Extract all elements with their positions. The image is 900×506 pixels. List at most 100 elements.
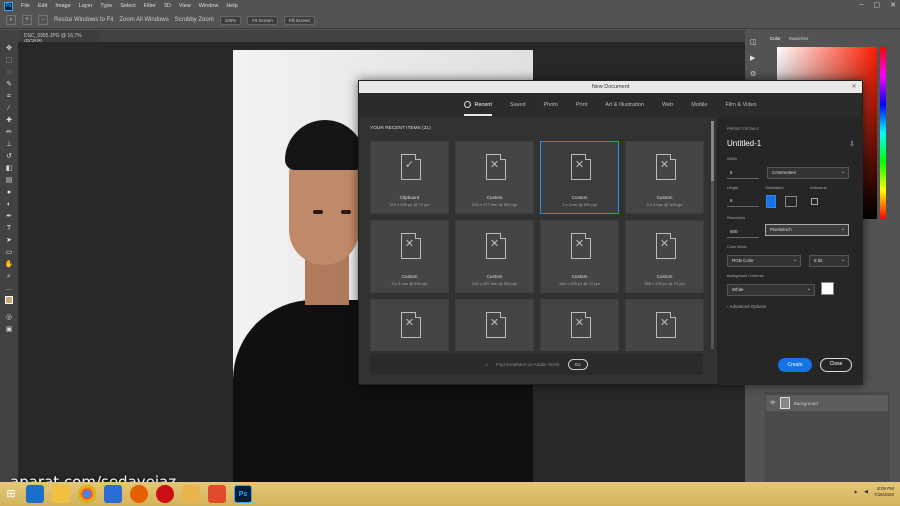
quick-select-tool-icon[interactable]: ✎ xyxy=(4,80,15,89)
tab-photo[interactable]: Photo xyxy=(544,96,558,114)
marquee-tool-icon[interactable]: ⬚ xyxy=(4,56,15,65)
resolution-unit-select[interactable]: Pixels/Inch xyxy=(765,224,849,236)
tab-web[interactable]: Web xyxy=(662,96,673,114)
recent-item-card[interactable]: ✕ Custom 300 x 200 px @ 72 ppi xyxy=(625,220,704,293)
type-tool-icon[interactable]: T xyxy=(4,224,15,233)
explorer-icon[interactable] xyxy=(52,485,70,503)
tab-recent[interactable]: Recent xyxy=(464,95,492,116)
zoom-tool-icon[interactable]: ⌕ xyxy=(4,272,15,281)
corel-icon[interactable] xyxy=(208,485,226,503)
fill-screen-button[interactable]: Fill Screen xyxy=(283,15,316,25)
height-input[interactable]: 6 xyxy=(727,195,759,207)
minimize-icon[interactable]: – xyxy=(860,1,864,9)
quick-mask-icon[interactable]: ◎ xyxy=(4,313,15,322)
network-icon[interactable]: ▲ xyxy=(853,489,858,495)
zoom-all-checkbox[interactable]: Zoom All Windows xyxy=(119,17,168,23)
menu-image[interactable]: Image xyxy=(55,3,70,9)
windows-start-icon[interactable]: ⊞ xyxy=(4,487,18,501)
hue-slider[interactable] xyxy=(880,47,886,219)
recent-item-card[interactable]: ✓ Clipboard 370 x 625 px @ 72 ppi xyxy=(370,141,449,214)
tab-film-video[interactable]: Film & Video xyxy=(725,96,756,114)
document-name-field[interactable]: Untitled-1 xyxy=(727,139,761,148)
resolution-input[interactable]: 600 xyxy=(727,226,759,238)
layer-row[interactable]: 👁 Background xyxy=(766,395,888,411)
pen-tool-icon[interactable]: ✒ xyxy=(4,212,15,221)
recent-item-card[interactable]: ✕ Custom 600 x 200 px @ 72 ppi xyxy=(540,220,619,293)
grid-scrollbar[interactable] xyxy=(711,121,714,349)
recent-item-card[interactable]: ✕ xyxy=(540,299,619,351)
properties-icon[interactable]: ⚙ xyxy=(750,70,764,78)
recent-item-card[interactable]: ✕ xyxy=(370,299,449,351)
color-mode-select[interactable]: RGB Color xyxy=(727,255,801,267)
menu-filter[interactable]: Filter xyxy=(144,3,156,9)
color-swatches-icon[interactable] xyxy=(4,296,15,310)
resize-windows-checkbox[interactable]: Resize Windows to Fit xyxy=(54,17,113,23)
firefox-icon[interactable] xyxy=(130,485,148,503)
close-button[interactable]: Close xyxy=(820,358,852,372)
ie-icon[interactable] xyxy=(26,485,44,503)
tab-saved[interactable]: Saved xyxy=(510,96,526,114)
opera-icon[interactable] xyxy=(156,485,174,503)
fit-screen-button[interactable]: Fit Screen xyxy=(247,15,278,25)
lasso-tool-icon[interactable]: ◌ xyxy=(4,68,15,77)
stamp-tool-icon[interactable]: ⊥ xyxy=(4,140,15,149)
menu-window[interactable]: Window xyxy=(199,3,219,9)
background-color-swatch[interactable] xyxy=(821,282,834,295)
zoom-100-button[interactable]: 100% xyxy=(219,15,242,25)
document-tab[interactable]: DSC_0955.JPG @ 16.7% (RGB/8) xyxy=(20,30,100,45)
crop-tool-icon[interactable]: ⌗ xyxy=(4,92,15,101)
eye-icon[interactable]: 👁 xyxy=(770,400,776,406)
zoom-in-icon[interactable]: + xyxy=(22,15,32,25)
bit-depth-select[interactable]: 8 bit xyxy=(809,255,849,267)
recent-item-card[interactable]: ✕ Custom 210 x 277 mm @ 600 ppi xyxy=(455,141,534,214)
recent-item-card[interactable]: ✕ Custom 3 x 4 cm @ 600 ppi xyxy=(540,141,619,214)
tab-mobile[interactable]: Mobile xyxy=(691,96,707,114)
menu-type[interactable]: Type xyxy=(100,3,112,9)
path-select-icon[interactable]: ➤ xyxy=(4,236,15,245)
hand-tool-icon[interactable]: ✋ xyxy=(4,260,15,269)
menu-edit[interactable]: Edit xyxy=(38,3,47,9)
recent-item-card[interactable]: ✕ xyxy=(455,299,534,351)
zoom-tool-icon[interactable]: ⌕ xyxy=(6,15,16,25)
save-preset-icon[interactable]: ⇩ xyxy=(849,140,855,148)
artboards-checkbox[interactable] xyxy=(811,198,818,205)
create-button[interactable]: Create xyxy=(778,358,812,372)
go-button[interactable]: Go xyxy=(567,358,588,370)
tab-print[interactable]: Print xyxy=(576,96,587,114)
healing-tool-icon[interactable]: ✚ xyxy=(4,116,15,125)
menu-select[interactable]: Select xyxy=(120,3,135,9)
brush-tool-icon[interactable]: ✏ xyxy=(4,128,15,137)
eraser-tool-icon[interactable]: ◧ xyxy=(4,164,15,173)
history-brush-icon[interactable]: ↺ xyxy=(4,152,15,161)
chrome-icon[interactable] xyxy=(78,485,96,503)
blur-tool-icon[interactable]: ● xyxy=(4,188,15,197)
play-icon[interactable]: ▶ xyxy=(750,54,764,62)
tab-color[interactable]: Color xyxy=(770,36,781,41)
media-icon[interactable] xyxy=(104,485,122,503)
menu-help[interactable]: Help xyxy=(226,3,237,9)
dodge-tool-icon[interactable]: ◐ xyxy=(4,200,15,209)
recent-item-card[interactable]: ✕ Custom 210 x 297 mm @ 300 ppi xyxy=(455,220,534,293)
history-icon[interactable]: ◫ xyxy=(750,38,764,46)
zoom-out-icon[interactable]: − xyxy=(38,15,48,25)
eyedropper-tool-icon[interactable]: ⁄ xyxy=(4,104,15,113)
tab-swatches[interactable]: Swatches xyxy=(789,36,809,41)
landscape-orientation-icon[interactable] xyxy=(785,196,797,207)
recent-item-card[interactable]: ✕ Custom 2 x 3 mm @ 300 ppi xyxy=(625,141,704,214)
recent-item-card[interactable]: ✕ Custom 3 x 3 mm @ 600 ppi xyxy=(370,220,449,293)
scrubby-zoom-checkbox[interactable]: Scrubby Zoom xyxy=(175,17,214,23)
menu-file[interactable]: File xyxy=(21,3,30,9)
volume-icon[interactable]: ◀ xyxy=(864,489,868,495)
close-icon[interactable]: ✕ xyxy=(890,1,896,9)
move-tool-icon[interactable]: ✥ xyxy=(4,44,15,53)
advanced-options-toggle[interactable]: › Advanced Options xyxy=(727,304,766,309)
more-tools-icon[interactable]: … xyxy=(4,284,15,293)
clock[interactable]: 8:09 PM 7/16/2020 xyxy=(874,486,894,498)
background-contents-select[interactable]: White xyxy=(727,284,815,296)
maximize-icon[interactable]: ▢ xyxy=(874,1,881,9)
width-unit-select[interactable]: Centimeters xyxy=(767,167,849,179)
menu-3d[interactable]: 3D xyxy=(164,3,171,9)
tab-art-illustration[interactable]: Art & Illustration xyxy=(605,96,644,114)
photoshop-taskbar-icon[interactable]: Ps xyxy=(234,485,252,503)
width-input[interactable]: 5 xyxy=(727,167,759,179)
